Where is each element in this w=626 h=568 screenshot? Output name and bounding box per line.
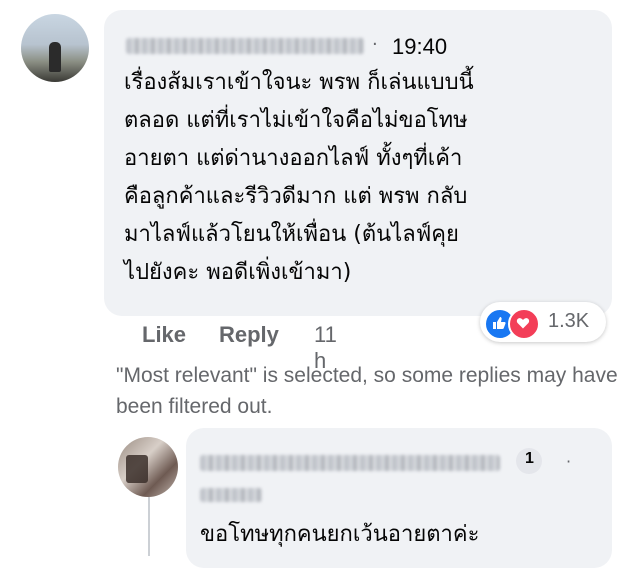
- badge-icon[interactable]: 1: [516, 448, 542, 474]
- thread-connector: [148, 496, 180, 556]
- comment-text: เรื่องส้มเราเข้าใจนะ พรพ ก็เล่นแบบนี้ ตล…: [124, 64, 610, 292]
- comment-line: อายตา แต่ด่านางออกไลฟ์ ทั้งๆที่เค้า: [124, 146, 463, 171]
- reaction-count: 1.3K: [548, 310, 590, 332]
- comment-line: มาไลฟ์แล้วโยนให้เพื่อน (ต้นไลฟ์คุย: [124, 222, 459, 247]
- comment-line: เรื่องส้มเราเข้าใจนะ พรพ ก็เล่นแบบนี้: [124, 70, 474, 95]
- commenter-name-blurred[interactable]: [126, 38, 364, 54]
- comment-line: คือลูกค้าและรีวิวดีมาก แต่ พรพ กลับ: [124, 184, 468, 209]
- comment-time[interactable]: 19:40: [392, 34, 447, 60]
- reply-text: ขอโทษทุกคนยกเว้นอายตาค่ะ: [200, 522, 480, 547]
- replier-avatar[interactable]: [118, 437, 178, 497]
- replier-name-blurred[interactable]: [200, 455, 500, 471]
- reply-button[interactable]: Reply: [219, 322, 279, 348]
- reactions-summary[interactable]: 1.3K: [480, 302, 606, 342]
- separator-dot: ·: [566, 452, 572, 471]
- filter-notice: "Most relevant" is selected, so some rep…: [116, 364, 618, 418]
- commenter-avatar[interactable]: [21, 14, 89, 82]
- comment-line: ตลอด แต่ที่เราไม่เข้าใจคือไม่ขอโทษ: [124, 108, 468, 133]
- love-icon: [508, 308, 540, 340]
- like-button[interactable]: Like: [142, 322, 186, 348]
- separator-dot: ·: [372, 34, 378, 55]
- comment-line: ไปยังคะ พอดีเพิ่งเข้ามา): [124, 260, 352, 285]
- reply-time-blurred[interactable]: [200, 488, 262, 502]
